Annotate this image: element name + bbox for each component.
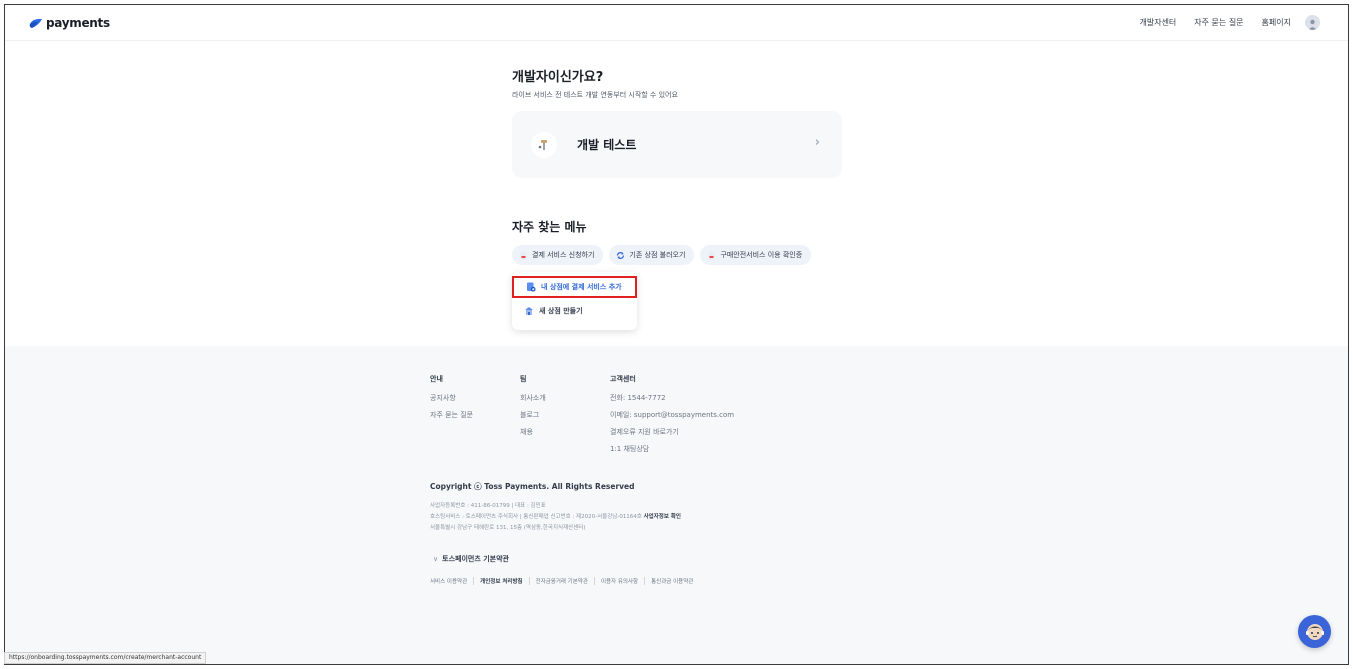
terms-links: 서비스 이용약관 개인정보 처리방침 전자금융거래 기본약관 이용자 유의사항 …: [430, 577, 699, 585]
hammer-icon: [531, 131, 557, 158]
nav-faq[interactable]: 자주 묻는 질문: [1194, 17, 1243, 28]
biz-line-2-text: 호스팅서비스 : 토스페이먼츠 주식회사 | 통신판매업 신고번호 : 제202…: [430, 514, 642, 520]
chatbot-face-icon: [1305, 623, 1324, 640]
terms-user-notice[interactable]: 이용자 유의사항: [593, 577, 644, 585]
document-icon: [708, 251, 715, 259]
chevron-down-icon: ∨: [433, 555, 439, 563]
biz-line-2: 호스팅서비스 : 토스페이먼츠 주식회사 | 통신판매업 신고번호 : 제202…: [430, 512, 681, 523]
dropdown-add-payment-service[interactable]: 내 상점에 결제 서비스 추가: [512, 276, 637, 298]
chip-load-existing-store[interactable]: 기존 상점 불러오기: [609, 245, 695, 265]
biz-line-1: 사업자등록번호 : 411-86-01799 | 대표 : 김민표: [430, 503, 546, 509]
footer-link-blog[interactable]: 블로그: [520, 410, 546, 420]
toss-logo-icon: [29, 18, 42, 28]
dev-title: 개발자이신가요?: [512, 70, 604, 85]
dropdown-menu: 내 상점에 결제 서비스 추가 새 상점 만들기: [512, 272, 637, 330]
chip-apply-payment-service[interactable]: 결제 서비스 신청하기: [512, 245, 604, 265]
footer-support-chat[interactable]: 1:1 채팅상담: [610, 444, 734, 454]
store-icon: [525, 307, 533, 315]
browser-status-url: https://onboarding.tosspayments.com/crea…: [4, 652, 207, 664]
footer-info-column: 안내 공지사항 자주 묻는 질문: [430, 374, 473, 427]
copyright: Copyright ⓒ Toss Payments. All Rights Re…: [430, 482, 635, 491]
footer-link-faq[interactable]: 자주 묻는 질문: [430, 410, 473, 420]
terms-efinance[interactable]: 전자금융거래 기본약관: [528, 577, 594, 585]
footer-col-title: 고객센터: [610, 375, 636, 383]
footer-col-title: 안내: [430, 375, 443, 383]
top-header: payments 개발자센터 자주 묻는 질문 홈페이지: [5, 5, 1348, 41]
terms-service[interactable]: 서비스 이용약관: [430, 577, 473, 585]
footer: 안내 공지사항 자주 묻는 질문 팀 회사소개 블로그 채용 고객센터 전화: …: [5, 346, 1348, 664]
user-icon: [1308, 19, 1317, 30]
chip-escrow-certificate[interactable]: 구매안전서비스 이용 확인증: [700, 245, 812, 265]
logo-text: payments: [46, 16, 110, 30]
chip-label: 기존 상점 불러오기: [629, 251, 686, 259]
dropdown-label: 새 상점 만들기: [539, 307, 583, 315]
dev-test-label: 개발 테스트: [577, 138, 637, 152]
footer-link-notice[interactable]: 공지사항: [430, 393, 473, 403]
toss-payments-logo[interactable]: payments: [29, 16, 110, 30]
dropdown-create-store[interactable]: 새 상점 만들기: [524, 306, 583, 316]
frequent-menu-chips: 결제 서비스 신청하기 기존 상점 불러오기 구매안전서비스 이용 확인증: [512, 245, 812, 265]
footer-support-phone[interactable]: 전화: 1544-7772: [610, 393, 734, 403]
chip-label: 결제 서비스 신청하기: [532, 251, 595, 259]
dev-subtitle: 라이브 서비스 전 테스트 개발 연동부터 시작할 수 있어요: [512, 91, 678, 99]
nav-developer-center[interactable]: 개발자센터: [1139, 17, 1176, 28]
biz-info-link[interactable]: 사업자정보 확인: [644, 514, 681, 520]
terms-privacy[interactable]: 개인정보 처리방침: [473, 577, 528, 585]
dev-test-card[interactable]: 개발 테스트 ›: [512, 111, 842, 178]
dropdown-label: 내 상점에 결제 서비스 추가: [541, 283, 622, 291]
document-plus-icon: [527, 282, 536, 292]
top-nav: 개발자센터 자주 묻는 질문 홈페이지: [1139, 15, 1320, 30]
chevron-right-icon: ›: [814, 135, 820, 150]
biz-line-3: 서울특별시 강남구 테헤란로 131, 15층 (역삼동,한국지식재산센터): [430, 525, 586, 531]
terms-toggle[interactable]: ∨ 토스페이먼츠 기본약관: [433, 554, 509, 564]
footer-link-careers[interactable]: 채용: [520, 427, 546, 437]
browser-viewport: payments 개발자센터 자주 묻는 질문 홈페이지 개발자이신가요? 라이…: [4, 4, 1349, 665]
refresh-icon: [617, 251, 625, 259]
nav-homepage[interactable]: 홈페이지: [1262, 17, 1291, 28]
frequent-menu-title: 자주 찾는 메뉴: [512, 220, 587, 234]
footer-link-about[interactable]: 회사소개: [520, 393, 546, 403]
footer-support-column: 고객센터 전화: 1544-7772 이메일: support@tosspaym…: [610, 374, 734, 461]
document-icon: [520, 251, 527, 259]
footer-team-column: 팀 회사소개 블로그 채용: [520, 374, 546, 444]
chat-support-button[interactable]: [1298, 615, 1331, 648]
business-info: 사업자등록번호 : 411-86-01799 | 대표 : 김민표 호스팅서비스…: [430, 501, 681, 534]
chip-label: 구매안전서비스 이용 확인증: [720, 251, 803, 259]
footer-support-error-link[interactable]: 결제오류 지원 바로가기: [610, 427, 734, 437]
footer-support-email[interactable]: 이메일: support@tosspayments.com: [610, 410, 734, 420]
footer-col-title: 팀: [520, 375, 527, 383]
terms-telecom-billing[interactable]: 통신과금 이용약관: [644, 577, 699, 585]
avatar[interactable]: [1305, 15, 1320, 30]
terms-toggle-label: 토스페이먼츠 기본약관: [442, 555, 509, 563]
